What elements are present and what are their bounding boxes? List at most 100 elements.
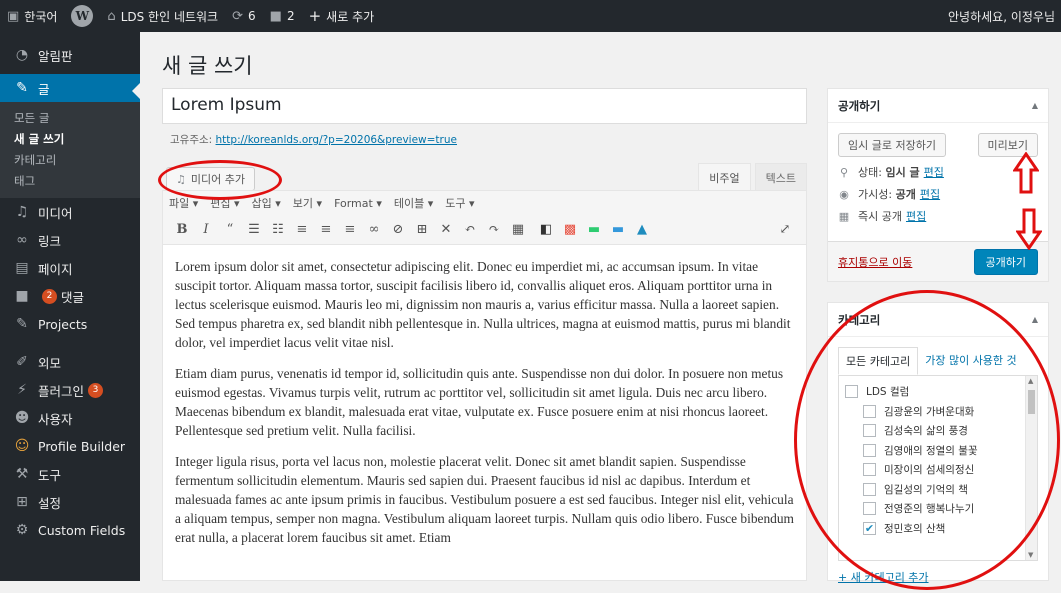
site-name-link[interactable]: ⌂ LDS 한인 네트워크	[100, 0, 225, 32]
menu-tools[interactable]: 도구 ▾	[445, 195, 474, 211]
gear-icon: ⚙	[15, 522, 29, 538]
sidebar-item-users[interactable]: ☻ 사용자	[0, 404, 140, 432]
publish-button[interactable]: 공개하기	[973, 248, 1038, 275]
unlink-icon[interactable]: ⊘	[387, 222, 409, 237]
updates-link[interactable]: ⟳ 6	[225, 0, 263, 32]
submenu-all-posts[interactable]: 모든 글	[0, 108, 140, 129]
language-switcher[interactable]: ▣ 한국어	[0, 0, 64, 32]
align-left-icon[interactable]: ≡	[291, 222, 313, 237]
sidebar-item-settings[interactable]: ⊞ 설정	[0, 488, 140, 516]
sidebar-item-pages[interactable]: ▤ 페이지	[0, 254, 140, 282]
eye-icon: ◉	[839, 187, 849, 201]
submenu-tags[interactable]: 태그	[0, 171, 140, 192]
editor-content[interactable]: Lorem ipsum dolor sit amet, consectetur …	[163, 245, 806, 571]
publish-panel-header[interactable]: 공개하기 ▲	[828, 89, 1048, 123]
menu-table[interactable]: 테이블 ▾	[394, 195, 433, 211]
annotation-oval-categories	[794, 290, 1060, 590]
comments-badge: 2	[42, 288, 57, 304]
bold-icon[interactable]: B	[171, 222, 193, 237]
collapse-icon[interactable]: ▲	[1032, 101, 1038, 110]
sidebar-item-posts[interactable]: ✎ 글	[0, 74, 140, 102]
schedule-label: 즉시 공개	[858, 210, 902, 223]
sidebar-item-label: 사용자	[38, 411, 73, 427]
menu-view[interactable]: 보기 ▾	[293, 195, 322, 211]
users-icon: ☻	[14, 410, 30, 426]
pin-icon: ✎	[16, 316, 28, 332]
edit-status-link[interactable]: 편집	[924, 164, 944, 180]
sidebar-item-media[interactable]: ♫ 미디어	[0, 198, 140, 226]
link-icon: ∞	[16, 232, 28, 248]
page-title: 새 글 쓰기	[162, 54, 253, 78]
flag-icon: ▣	[7, 8, 20, 24]
sidebar-item-dashboard[interactable]: ◔ 알림판	[0, 36, 140, 74]
move-to-trash-link[interactable]: 휴지통으로 이동	[838, 254, 912, 270]
align-center-icon[interactable]: ≡	[315, 222, 337, 237]
sidebar-item-plugins[interactable]: ⚡ 플러그인 3	[0, 376, 140, 404]
sidebar-item-comments[interactable]: ■ 2 댓글	[0, 282, 140, 310]
bullet-list-icon[interactable]: ☰	[243, 222, 265, 237]
plugins-badge: 3	[88, 382, 104, 398]
calendar-icon: ▦	[838, 209, 850, 223]
settings-icon: ⊞	[16, 494, 28, 510]
tab-text[interactable]: 텍스트	[754, 163, 807, 193]
color-blocks-icon[interactable]: ▩	[559, 222, 581, 237]
updates-count: 6	[248, 9, 256, 23]
save-draft-button[interactable]: 임시 글로 저장하기	[838, 133, 946, 157]
sidebar-item-custom-fields[interactable]: ⚙ Custom Fields	[0, 516, 140, 544]
paragraph: Lorem ipsum dolor sit amet, consectetur …	[175, 259, 791, 350]
undo-icon[interactable]: ↶	[459, 222, 481, 237]
sidebar-item-label: 링크	[38, 233, 62, 249]
sidebar-item-profile-builder[interactable]: ☺ Profile Builder	[0, 432, 140, 460]
table-icon[interactable]: ⊞	[411, 222, 433, 237]
status-value: 임시 글	[885, 166, 920, 179]
post-title-input[interactable]: Lorem Ipsum	[162, 88, 807, 124]
visibility-label: 가시성:	[858, 188, 893, 201]
sidebar-item-projects[interactable]: ✎ Projects	[0, 310, 140, 338]
annotation-arrow-down	[1016, 208, 1042, 250]
edit-schedule-link[interactable]: 편집	[906, 208, 926, 224]
sidebar-item-label: 외모	[38, 355, 62, 371]
scroll-down-icon[interactable]: ▼	[1028, 551, 1033, 559]
sidebar-item-label: 미디어	[38, 205, 73, 221]
green-bar-icon[interactable]: ▬	[583, 222, 605, 237]
menu-format[interactable]: Format ▾	[334, 197, 382, 210]
tab-visual[interactable]: 비주얼	[698, 163, 751, 193]
permalink-link[interactable]: http://koreanlds.org/?p=20206&preview=tr…	[216, 134, 457, 146]
fullscreen-icon[interactable]: ⤢	[774, 222, 796, 237]
dashboard-icon: ◔	[15, 47, 29, 63]
wordpress-icon: W	[71, 5, 94, 27]
main-content: 새 글 쓰기 Lorem Ipsum 고유주소: http://koreanld…	[140, 32, 1061, 590]
align-right-icon[interactable]: ≡	[339, 222, 361, 237]
lock-icon[interactable]: ▲	[631, 222, 653, 237]
redo-icon[interactable]: ↷	[483, 222, 505, 237]
submenu-categories[interactable]: 카테고리	[0, 150, 140, 171]
sidebar-item-label: 알림판	[38, 48, 73, 64]
submenu-new-post[interactable]: 새 글 쓰기	[0, 129, 140, 150]
comment-icon: ■	[269, 8, 282, 24]
comments-link[interactable]: ■ 2	[263, 0, 302, 32]
edit-visibility-link[interactable]: 편집	[920, 186, 940, 202]
remove-format-icon[interactable]: ✕	[435, 222, 457, 237]
plus-icon: +	[308, 7, 322, 25]
numbered-list-icon[interactable]: ☷	[267, 222, 289, 237]
home-icon: ⌂	[107, 8, 116, 24]
blue-bar-icon[interactable]: ▬	[607, 222, 629, 237]
admin-sidebar: ◔ 알림판 ✎ 글 모든 글 새 글 쓰기 카테고리 태그 ♫ 미디어 ∞ 링크…	[0, 32, 140, 581]
account-menu[interactable]: 안녕하세요, 이정우님	[941, 0, 1061, 32]
new-content-link[interactable]: + 새로 추가	[302, 0, 382, 32]
comment-icon: ■	[15, 288, 29, 304]
blockquote-icon[interactable]: “	[219, 222, 241, 237]
editor-toolbar: B I “ ☰ ☷ ≡ ≡ ≡ ∞ ⊘ ⊞ ✕ ↶ ↷ ▦ ◧ ▩ ▬ ▬ ▲ …	[163, 215, 806, 245]
plugin-icon: ⚡	[17, 382, 27, 398]
sidebar-item-links[interactable]: ∞ 링크	[0, 226, 140, 254]
link-icon[interactable]: ∞	[363, 222, 385, 237]
sidebar-item-appearance[interactable]: ✐ 외모	[0, 348, 140, 376]
language-label: 한국어	[24, 9, 58, 24]
keyboard-icon[interactable]: ▦	[507, 222, 529, 237]
italic-icon[interactable]: I	[195, 222, 217, 237]
collapse-icon[interactable]: ▲	[1032, 315, 1038, 324]
sidebar-item-tools[interactable]: ⚒ 도구	[0, 460, 140, 488]
insert-columns-icon[interactable]: ◧	[535, 222, 557, 237]
menu-insert[interactable]: 삽입 ▾	[252, 195, 281, 211]
wp-logo[interactable]: W	[64, 0, 100, 32]
